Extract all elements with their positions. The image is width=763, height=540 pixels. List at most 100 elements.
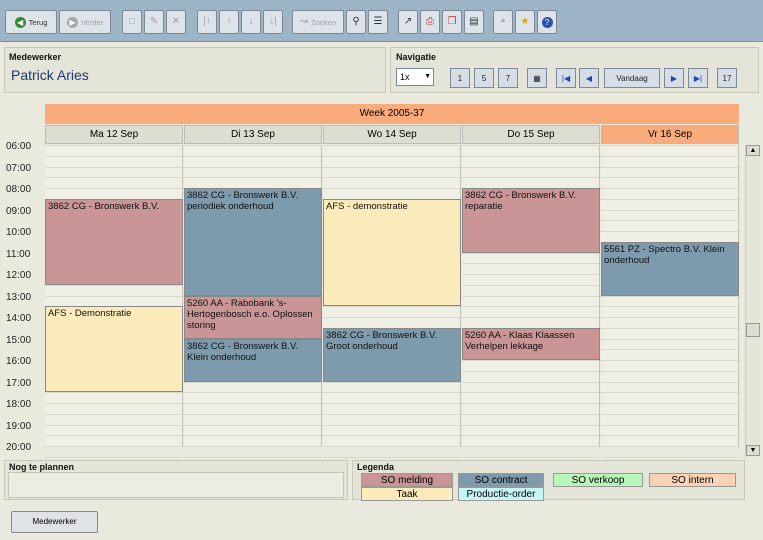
slot-line — [45, 284, 182, 286]
scroll-down-icon: ▼ — [749, 447, 757, 454]
calendar-icon: 17 — [722, 73, 732, 83]
slot-line — [45, 145, 182, 146]
time-label: 20:00 — [6, 442, 32, 453]
appointment[interactable]: 3862 CG - Bronswerk B.V. — [45, 198, 183, 285]
slot-line — [601, 166, 738, 168]
favorites-button[interactable]: ★ — [515, 10, 535, 34]
slot-line — [462, 177, 599, 179]
search-button[interactable]: ↝ Zoeken — [292, 10, 344, 34]
day-header[interactable]: Di 13 Sep — [184, 125, 322, 144]
employee-panel-title: Medewerker — [9, 52, 62, 62]
day-header[interactable]: Ma 12 Sep — [45, 125, 183, 144]
slot-line — [601, 413, 738, 415]
appointment[interactable]: 3862 CG - Bronswerk B.V. Klein onderhoud — [184, 338, 322, 382]
zoom-button[interactable]: ⚲ — [346, 10, 366, 34]
appointment[interactable]: 3862 CG - Bronswerk B.V. reparatie — [462, 188, 600, 253]
zoom-select[interactable]: 1x ▼ — [396, 68, 434, 86]
back-arrow-icon: ◀ — [14, 16, 26, 28]
help-button[interactable]: ? — [537, 10, 557, 34]
slot-line — [323, 424, 460, 426]
last-record-button[interactable]: ↓| — [263, 10, 283, 34]
time-label: 13:00 — [6, 291, 32, 303]
today-button-label: Vandaag — [616, 73, 648, 83]
last-icon: ↓| — [269, 16, 277, 27]
first-record-button[interactable]: |↑ — [197, 10, 217, 34]
time-label: 06:00 — [6, 141, 32, 152]
copy-button[interactable]: ❐ — [442, 10, 462, 34]
legend-item: Taak — [361, 487, 453, 501]
unplanned-list[interactable] — [8, 472, 344, 498]
appointment[interactable]: AFS - Demonstratie — [45, 306, 183, 393]
time-label: 12:00 — [6, 270, 32, 281]
new-document-button[interactable]: □ — [122, 10, 142, 34]
slot-line — [323, 145, 460, 146]
month-view-button[interactable]: ▦ — [527, 68, 547, 88]
slot-line — [45, 446, 182, 447]
scroll-down-button[interactable]: ▼ — [746, 445, 760, 456]
slot-line — [184, 403, 321, 404]
back-button[interactable]: ◀ Terug — [5, 10, 57, 34]
vertical-scrollbar[interactable]: ▲ ▼ — [745, 145, 760, 457]
slot-line — [184, 424, 321, 426]
slot-line — [184, 166, 321, 168]
slot-line — [601, 209, 738, 211]
day-view-button[interactable]: 1 — [450, 68, 470, 88]
slot-line — [462, 435, 599, 437]
forward-button[interactable]: ▶ Verder — [59, 10, 111, 34]
appointment[interactable]: 5260 AA - Rabobank 's-Hertogenbosch e.o.… — [184, 295, 322, 339]
copy-icon: ❐ — [447, 16, 457, 27]
appointment[interactable]: AFS - demonstratie — [323, 198, 461, 307]
export-icon: ↗ — [403, 16, 413, 27]
skip-last-icon: ▶| — [693, 73, 703, 83]
slot-line — [462, 424, 599, 426]
time-label: 08:00 — [6, 184, 32, 195]
slot-line — [462, 370, 599, 372]
list-view-button[interactable]: ☰ — [368, 10, 388, 34]
zoom-select-value: 1x — [400, 72, 410, 82]
delete-button[interactable]: ✕ — [166, 10, 186, 34]
next-record-button[interactable]: ↓ — [241, 10, 261, 34]
slot-line — [184, 145, 321, 146]
previous-icon: ◀ — [585, 73, 593, 83]
first-period-button[interactable]: |◀ — [556, 68, 576, 88]
previous-record-button[interactable]: ↑ — [219, 10, 239, 34]
time-label: 19:00 — [6, 420, 32, 432]
legend-item: SO verkoop — [553, 473, 643, 487]
slot-line — [462, 381, 599, 383]
today-button[interactable]: Vandaag — [604, 68, 660, 88]
slot-line — [462, 166, 599, 168]
day-header[interactable]: Do 15 Sep — [462, 125, 600, 144]
chevron-down-icon: ▼ — [424, 73, 431, 80]
previous-period-button[interactable]: ◀ — [579, 68, 599, 88]
appointment[interactable]: 3862 CG - Bronswerk B.V. periodiek onder… — [184, 188, 322, 296]
slot-line — [601, 435, 738, 437]
export-button[interactable]: ↗ — [398, 10, 418, 34]
slot-line — [462, 446, 599, 447]
legend-item: SO contract — [458, 473, 544, 487]
employee-button[interactable]: Medewerker — [11, 511, 98, 533]
next-period-button[interactable]: ▶ — [664, 68, 684, 88]
week-view-button[interactable]: 7 — [498, 68, 518, 88]
work-week-view-button[interactable]: 5 — [474, 68, 494, 88]
delete-icon: ✕ — [171, 16, 181, 27]
previous-icon: ↑ — [226, 16, 232, 27]
day-header[interactable]: Wo 14 Sep — [323, 125, 461, 144]
scroll-up-button[interactable]: ▲ — [746, 145, 760, 156]
navigation-panel-title: Navigatie — [396, 52, 437, 62]
calendar-picker-button[interactable]: 17 — [717, 68, 737, 88]
print-button[interactable]: ⎙ — [420, 10, 440, 34]
appointment[interactable]: 3862 CG - Bronswerk B.V. Groot onderhoud — [323, 327, 461, 382]
notes-button[interactable]: ▫ — [493, 10, 513, 34]
day-column[interactable] — [601, 145, 739, 458]
document-button[interactable]: ▤ — [464, 10, 484, 34]
slot-line — [601, 231, 738, 232]
slot-line — [45, 155, 182, 157]
last-period-button[interactable]: ▶| — [688, 68, 708, 88]
day-header[interactable]: Vr 16 Sep — [601, 125, 739, 144]
appointment[interactable]: 5561 PZ - Spectro B.V. Klein onderhoud — [601, 241, 739, 296]
scroll-thumb[interactable] — [746, 323, 760, 337]
appointment[interactable]: 5260 AA - Klaas Klaassen Verhelpen lekka… — [462, 327, 600, 360]
day-column[interactable] — [45, 145, 183, 458]
slot-line — [462, 263, 599, 265]
edit-button[interactable]: ✎ — [144, 10, 164, 34]
